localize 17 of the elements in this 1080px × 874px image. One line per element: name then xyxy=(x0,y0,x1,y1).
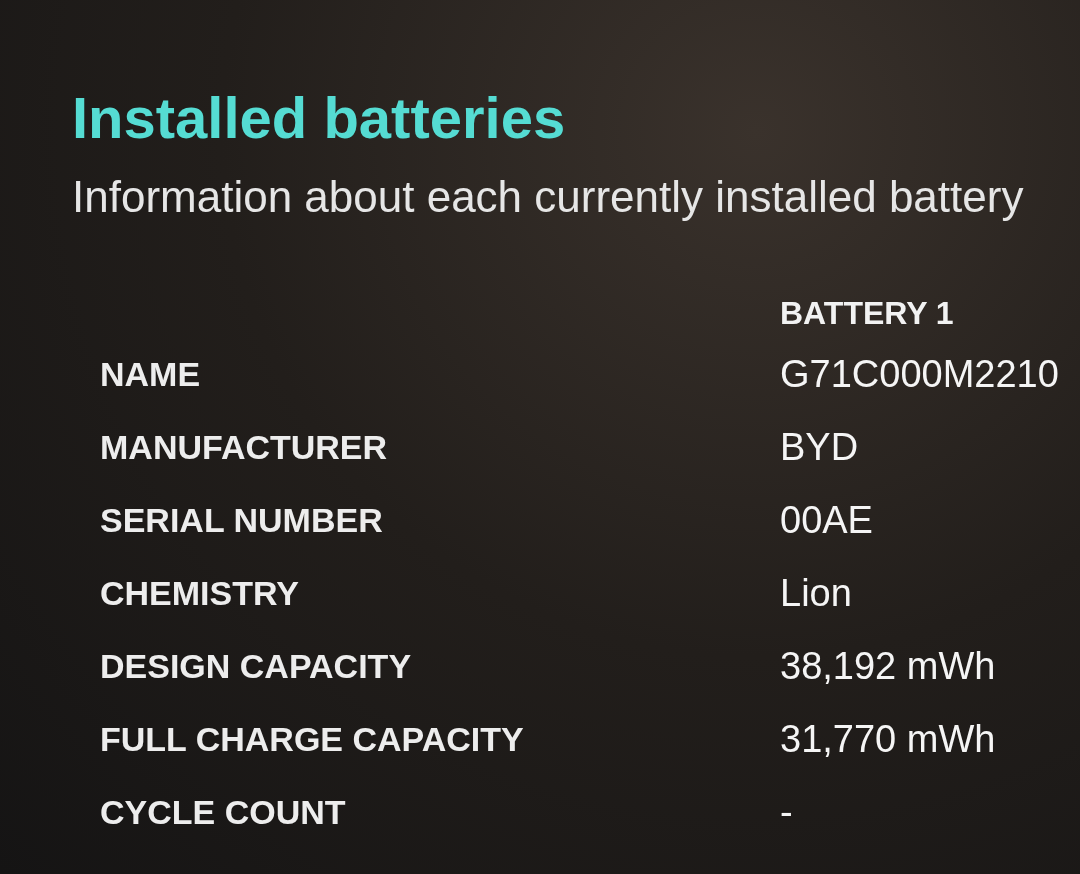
row-label: DESIGN CAPACITY xyxy=(100,646,412,687)
row-label: SERIAL NUMBER xyxy=(100,500,383,541)
row-value: G71C000M2210 xyxy=(780,352,1059,397)
row-value: BYD xyxy=(780,425,859,470)
row-label: NAME xyxy=(100,354,201,395)
row-label: FULL CHARGE CAPACITY xyxy=(100,719,524,760)
row-value: 38,192 mWh xyxy=(780,644,996,689)
row-label: CHEMISTRY xyxy=(100,573,299,614)
row-value: Lion xyxy=(780,571,852,616)
page-subtitle: Information about each currently installed battery xyxy=(72,172,1024,222)
row-value: 31,770 mWh xyxy=(780,717,996,762)
row-label: MANUFACTURER xyxy=(100,427,388,468)
page-title: Installed batteries xyxy=(72,86,566,150)
column-header: BATTERY 1 xyxy=(780,294,954,333)
row-label: CYCLE COUNT xyxy=(100,792,346,833)
row-value: - xyxy=(780,790,793,835)
row-value: 00AE xyxy=(780,498,873,543)
